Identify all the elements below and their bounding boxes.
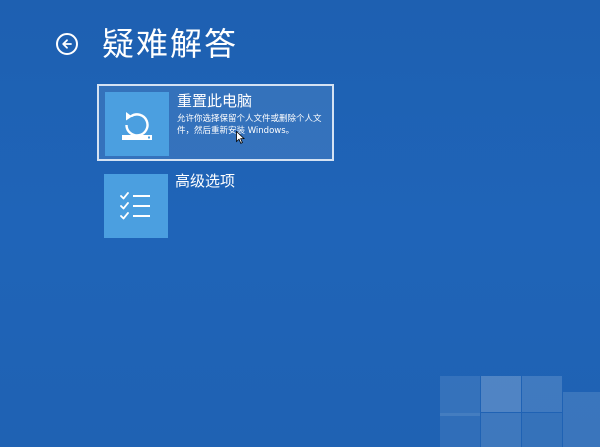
reset-pc-icon — [122, 112, 152, 140]
decorative-square — [481, 413, 521, 447]
mouse-cursor-icon — [236, 131, 245, 144]
option-tile — [105, 92, 169, 156]
back-button[interactable] — [56, 33, 78, 55]
option-title: 重置此电脑 — [177, 92, 253, 110]
troubleshoot-screen: 疑难解答 重置此电脑 允许你选择保留个人文件或删除个人文件，然后重新安装 Win… — [0, 0, 600, 447]
option-reset-pc[interactable]: 重置此电脑 允许你选择保留个人文件或删除个人文件，然后重新安装 Windows。 — [97, 84, 334, 161]
option-description: 允许你选择保留个人文件或删除个人文件，然后重新安装 Windows。 — [177, 114, 322, 136]
option-tile — [104, 174, 168, 238]
arrow-left-icon — [62, 39, 72, 49]
option-title: 高级选项 — [175, 172, 236, 190]
checklist-icon — [120, 192, 150, 220]
page-title: 疑难解答 — [102, 25, 239, 63]
decorative-square — [440, 376, 480, 416]
decorative-square — [440, 413, 480, 447]
decorative-square — [563, 392, 600, 447]
decorative-square — [522, 413, 562, 447]
decorative-square — [481, 376, 521, 412]
decorative-square — [522, 376, 562, 412]
option-advanced-options[interactable]: 高级选项 — [97, 169, 334, 246]
